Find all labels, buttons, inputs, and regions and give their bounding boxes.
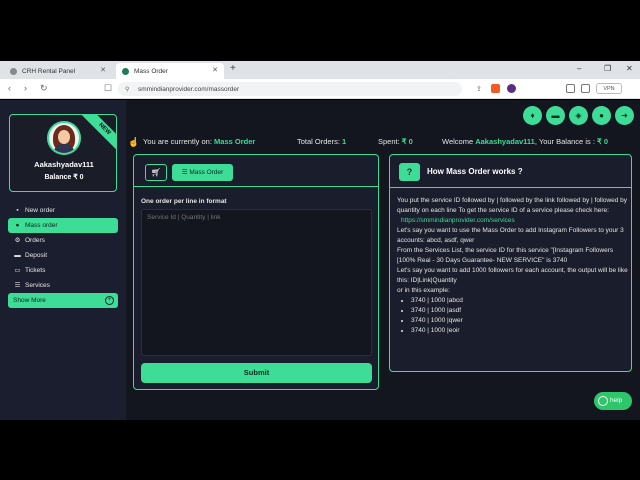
sidebar-item-label: Mass order (25, 222, 58, 229)
tab-title: CRH Rental Panel (22, 67, 76, 75)
site-info-icon[interactable]: ⚲ (125, 86, 129, 93)
main-content: ♦ ▬ ◈ ● ➜ You are currently on: Mass Ord… (126, 100, 640, 420)
browser-tab[interactable]: CRH Rental Panel ✕ (4, 63, 112, 79)
back-icon[interactable]: ‹ (8, 83, 11, 93)
panel-header: 🛒︎ ☰ Mass Order (134, 155, 378, 187)
mass-order-tab-button[interactable]: ☰ Mass Order (172, 164, 233, 181)
sidebar-menu: ▪ New order ● Mass order ⚙ Orders ▬ Depo… (8, 203, 118, 293)
favicon-icon (10, 67, 17, 75)
maximize-icon[interactable]: ❐ (604, 64, 611, 73)
total-orders: Total Orders: 1 (297, 137, 347, 146)
card-icon: ▬ (14, 252, 21, 259)
sidebar-item-tickets[interactable]: ▭ Tickets (8, 263, 118, 278)
browser-tab-active[interactable]: Mass Order ✕ (116, 63, 224, 79)
vpn-button[interactable]: VPN (596, 83, 622, 94)
help-paragraph: Let's say you want to add 1000 followers… (397, 267, 628, 284)
address-bar: ‹ › ↻ ☐ ⚲ smmindianprovider.com/massorde… (0, 79, 640, 99)
top-icons: ♦ ▬ ◈ ● ➜ (523, 106, 634, 125)
show-more-label: Show More (13, 297, 46, 304)
sidebar-item-deposit[interactable]: ▬ Deposit (8, 248, 118, 263)
spent: Spent: ₹ 0 (378, 137, 413, 146)
help-title: How Mass Order works ? (427, 167, 523, 176)
help-paragraph: From the Services List, the service ID f… (397, 247, 614, 264)
sidebar-item-label: Deposit (25, 252, 48, 259)
current-page: You are currently on: Mass Order (143, 137, 256, 146)
sidebar-item-label: Orders (25, 237, 45, 244)
close-window-icon[interactable]: ✕ (626, 64, 633, 73)
services-icon: ☰ (14, 282, 21, 289)
whatsapp-help-button[interactable]: help (594, 392, 632, 410)
gear-icon: ⚙ (14, 237, 21, 244)
cart-icon: ▪ (16, 207, 19, 214)
logout-icon[interactable]: ➜ (615, 106, 634, 125)
plus-icon: + (105, 296, 114, 305)
services-link[interactable]: https://smmindianprovider.com/services (397, 216, 631, 226)
help-body: You put the service ID followed by | fol… (397, 196, 631, 336)
mass-order-textarea[interactable] (141, 209, 372, 356)
favicon-icon (122, 67, 129, 75)
help-header: ? How Mass Order works ? (390, 155, 631, 188)
shirt-icon[interactable]: ♦ (523, 106, 542, 125)
url-field[interactable]: ⚲ smmindianprovider.com/massorder (118, 82, 462, 96)
sidebar-item-mass-order[interactable]: ● Mass order (8, 218, 118, 233)
username: Aakashyadav111 (34, 160, 94, 169)
share-icon[interactable]: ⇪ (476, 85, 482, 93)
brave-shield-icon[interactable] (491, 84, 500, 93)
bookmark-icon[interactable]: ☐ (104, 83, 112, 94)
close-tab-icon[interactable]: ✕ (212, 66, 218, 74)
user-balance: Balance ₹ 0 (44, 174, 84, 181)
cart-icon: 🛒︎ (150, 168, 162, 177)
forward-icon[interactable]: › (24, 83, 27, 93)
new-tab-icon[interactable]: + (230, 63, 236, 74)
help-paragraph: Let's say you want to use the Mass Order… (397, 227, 624, 244)
user-icon[interactable]: ● (592, 106, 611, 125)
sidebar-item-label: Tickets (25, 267, 46, 274)
close-tab-icon[interactable]: ✕ (100, 66, 106, 74)
new-ribbon: NEW (80, 115, 116, 154)
hand-cursor-icon: ☝ (128, 137, 140, 147)
whatsapp-icon (598, 396, 608, 406)
new-order-tab-button[interactable]: 🛒︎ (145, 164, 167, 181)
field-label: One order per line in format (141, 198, 227, 205)
info-bar: You are currently on: Mass Order Total O… (126, 132, 640, 150)
list-icon: ☰ (181, 169, 188, 176)
reload-icon[interactable]: ↻ (40, 83, 48, 94)
card-icon[interactable]: ▬ (546, 106, 565, 125)
submit-button[interactable]: Submit (141, 363, 372, 383)
mass-order-tab-label: Mass Order (189, 169, 224, 176)
minimize-icon[interactable]: – (577, 64, 581, 73)
sidebar-item-services[interactable]: ☰ Services (8, 278, 118, 293)
welcome-balance: Welcome Aakashyadav111, Your Balance is … (442, 137, 609, 146)
list-icon: ● (15, 222, 20, 229)
show-more-button[interactable]: Show More + (8, 293, 118, 308)
sidebar-toggle-icon[interactable] (566, 84, 575, 93)
example-list: 3740 | 1000 |abcd 3740 | 1000 |asdf 3740… (397, 296, 631, 336)
help-paragraph: or in this example: (397, 287, 450, 294)
rewards-icon[interactable] (507, 84, 516, 93)
sidebar-item-label: Services (25, 282, 50, 289)
sidebar-item-orders[interactable]: ⚙ Orders (8, 233, 118, 248)
screen: CRH Rental Panel ✕ Mass Order ✕ + – ❐ ✕ … (0, 0, 640, 480)
sidebar: NEW Aakashyadav111 Balance ₹ 0 ▪ New ord… (0, 100, 126, 420)
help-label: help (610, 397, 623, 404)
list-item: 3740 | 1000 |eoir (411, 326, 631, 336)
sidebar-item-new-order[interactable]: ▪ New order (8, 203, 118, 218)
mass-order-panel: 🛒︎ ☰ Mass Order One order per line in fo… (133, 154, 379, 390)
browser-tabbar: CRH Rental Panel ✕ Mass Order ✕ + – ❐ ✕ (0, 61, 640, 79)
app: NEW Aakashyadav111 Balance ₹ 0 ▪ New ord… (0, 100, 640, 420)
tab-title: Mass Order (134, 67, 168, 75)
url-text: smmindianprovider.com/massorder (138, 85, 240, 93)
wallet-icon[interactable] (581, 84, 590, 93)
help-paragraph: You put the service ID followed by | fol… (397, 197, 628, 214)
list-item: 3740 | 1000 |abcd (411, 296, 631, 306)
profile-card: NEW Aakashyadav111 Balance ₹ 0 (9, 114, 117, 192)
bag-icon[interactable]: ◈ (569, 106, 588, 125)
list-item: 3740 | 1000 |asdf (411, 306, 631, 316)
question-icon: ? (399, 163, 420, 181)
sidebar-item-label: New order (25, 207, 55, 214)
ticket-icon: ▭ (14, 267, 21, 274)
list-item: 3740 | 1000 |qwer (411, 316, 631, 326)
help-panel: ? How Mass Order works ? You put the ser… (389, 154, 632, 372)
avatar (47, 121, 81, 155)
